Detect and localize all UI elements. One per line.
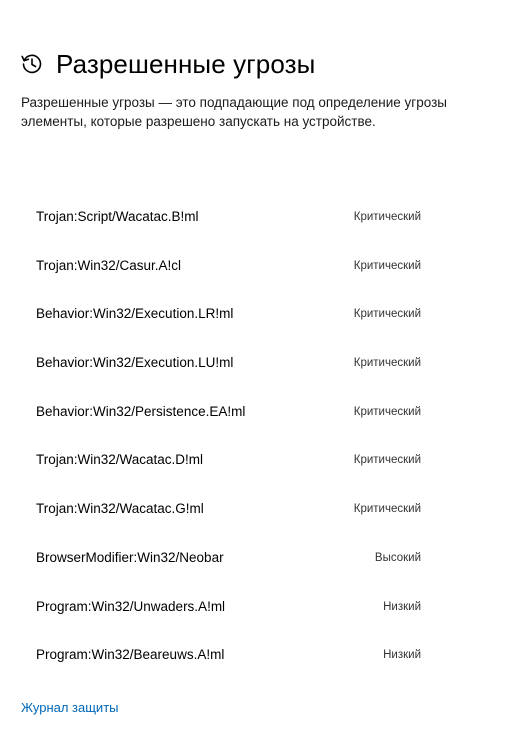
threat-severity: Критический xyxy=(353,405,421,418)
threat-row[interactable]: Program:Win32/Beareuws.A!ml Низкий xyxy=(0,631,509,680)
threat-row[interactable]: Program:Win32/Unwaders.A!ml Низкий xyxy=(0,583,509,632)
threat-severity: Критический xyxy=(353,454,421,467)
threat-row[interactable]: Trojan:Win32/Casur.A!cl Критический xyxy=(0,242,509,291)
threat-row[interactable]: Behavior:Win32/Persistence.EA!ml Критиче… xyxy=(0,388,509,437)
threat-row[interactable]: Behavior:Win32/Execution.LR!ml Критическ… xyxy=(0,290,509,339)
threat-row[interactable]: Behavior:Win32/Execution.LU!ml Критическ… xyxy=(0,339,509,388)
history-icon xyxy=(20,52,44,76)
page-title: Разрешенные угрозы xyxy=(56,49,316,79)
threat-row[interactable]: Trojan:Win32/Wacatac.D!ml Критический xyxy=(0,436,509,485)
threat-name: Behavior:Win32/Execution.LR!ml xyxy=(36,306,234,322)
page-header: Разрешенные угрозы xyxy=(20,46,315,82)
threat-severity: Критический xyxy=(353,308,421,321)
threat-row[interactable]: Trojan:Script/Wacatac.B!ml Критический xyxy=(0,193,509,242)
allowed-threats-list: Trojan:Script/Wacatac.B!ml Критический T… xyxy=(0,193,509,680)
threat-name: Program:Win32/Unwaders.A!ml xyxy=(36,598,226,614)
page-description: Разрешенные угрозы — это подпадающие под… xyxy=(21,95,447,129)
protection-history-link[interactable]: Журнал защиты xyxy=(21,700,119,715)
threat-name: Trojan:Win32/Wacatac.D!ml xyxy=(36,452,204,468)
threat-name: Trojan:Win32/Casur.A!cl xyxy=(36,257,182,273)
threat-name: Program:Win32/Beareuws.A!ml xyxy=(36,647,225,663)
threat-name: Trojan:Script/Wacatac.B!ml xyxy=(36,209,199,224)
threat-name: BrowserModifier:Win32/Neobar xyxy=(36,549,224,565)
threat-row[interactable]: BrowserModifier:Win32/Neobar Высокий xyxy=(0,534,509,583)
threat-severity: Критический xyxy=(353,259,421,272)
threat-severity: Критический xyxy=(353,503,421,516)
threat-severity: Критический xyxy=(353,211,421,223)
threat-row[interactable]: Trojan:Win32/Wacatac.G!ml Критический xyxy=(0,485,509,534)
threat-name: Behavior:Win32/Persistence.EA!ml xyxy=(36,403,246,419)
threat-severity: Высокий xyxy=(374,551,421,564)
threat-severity: Низкий xyxy=(383,600,421,613)
threat-name: Behavior:Win32/Execution.LU!ml xyxy=(36,355,234,371)
threat-severity: Низкий xyxy=(383,649,421,662)
threat-severity: Критический xyxy=(353,357,421,370)
threat-name: Trojan:Win32/Wacatac.G!ml xyxy=(36,501,204,517)
